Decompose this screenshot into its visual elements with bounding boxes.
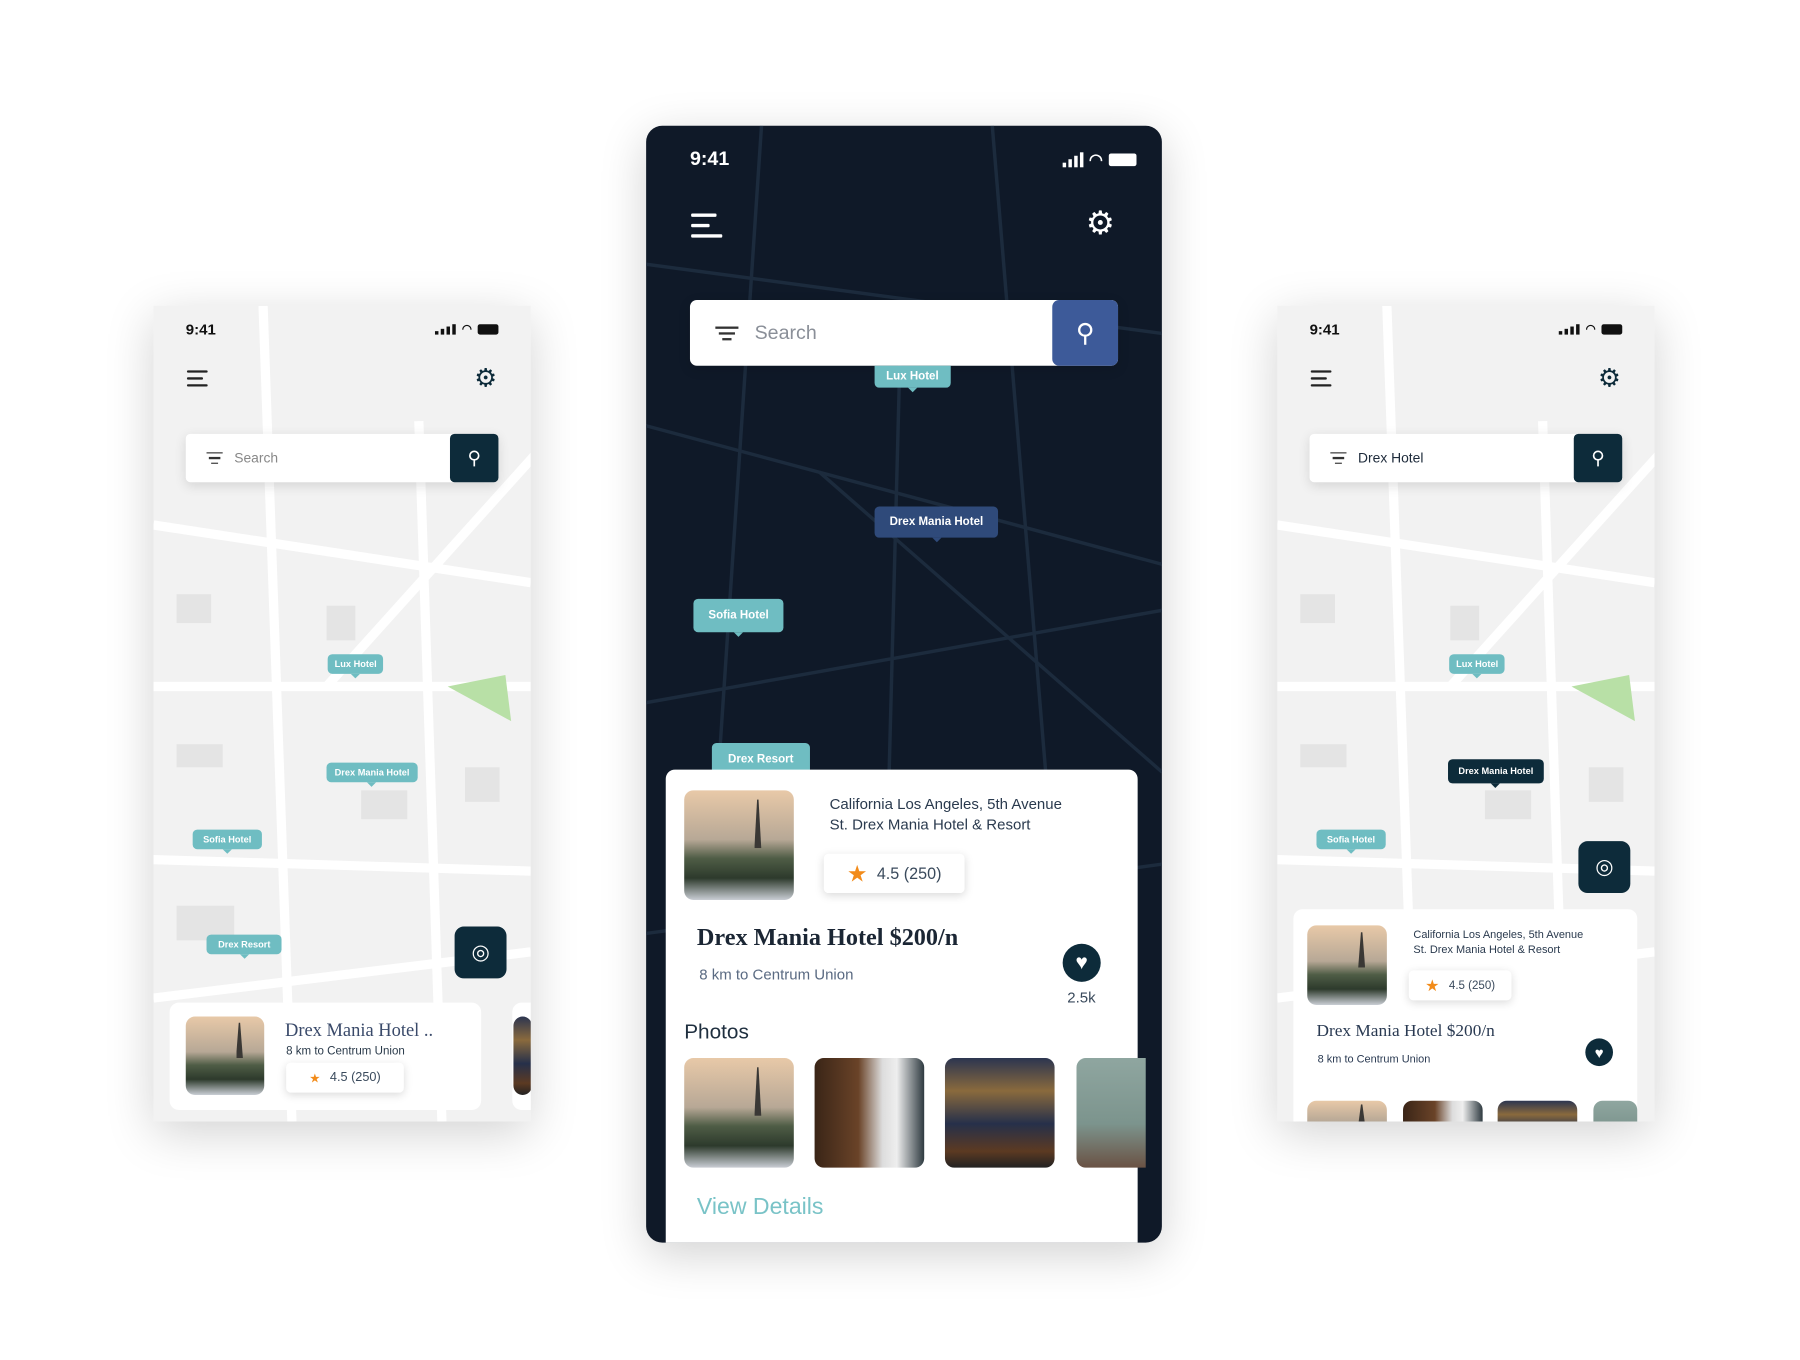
hotel-detail-card: California Los Angeles, 5th Avenue St. Dr… [1293,909,1638,1122]
gallery-photo[interactable] [1593,1100,1638,1122]
gear-icon[interactable]: ⚙ [1598,365,1621,391]
gear-icon[interactable]: ⚙ [474,365,497,391]
search-icon: ⚲ [1591,448,1605,469]
gallery-photo[interactable] [944,1058,1055,1168]
photos-label: Photos [684,1019,749,1044]
map-marker[interactable]: Drex Resort [206,934,282,959]
locate-icon: ◎ [1595,854,1614,879]
status-time: 9:41 [1309,320,1340,338]
rating-badge: ★ 4.5 (250) [823,853,965,894]
hotel-title: Drex Mania Hotel $200/n [1316,1022,1495,1041]
menu-icon[interactable] [1310,370,1332,387]
heart-icon: ♥ [1594,1043,1604,1061]
locate-icon: ◎ [471,940,490,964]
search-input[interactable]: Drex Hotel [1358,450,1423,466]
map-marker[interactable]: Sofia Hotel [192,829,262,854]
rating-value: 4.5 (250) [329,1070,381,1085]
right-phone: 9:41 ◠ ⚙ Drex Hotel ⚲ Lux Hotel Drex Man… [1277,305,1655,1122]
rating-badge: ★ 4.5 (250) [286,1062,404,1093]
battery-icon [1601,323,1623,335]
likes-count: 2.5k [1067,988,1096,1007]
hotel-detail-card: California Los Angeles, 5th Avenue St. Dr… [665,769,1146,1243]
wifi-icon: ◠ [1585,322,1596,336]
gallery-photo[interactable] [814,1058,925,1168]
map-marker[interactable]: Sofia Hotel [1316,829,1386,854]
rating-value: 4.5 (250) [876,864,942,883]
hotel-title: Drex Mania Hotel .. [284,1021,434,1041]
hotel-photo [684,790,794,900]
map-marker[interactable]: Lux Hotel [327,654,384,679]
status-bar: 9:41 ◠ [1277,306,1654,352]
gallery-photo[interactable] [1403,1100,1483,1122]
star-icon: ★ [309,1071,321,1086]
battery-icon [1108,152,1137,166]
search-button[interactable]: ⚲ [1052,299,1119,366]
search-icon: ⚲ [467,448,481,469]
hotel-distance: 8 km to Centrum Union [1317,1053,1431,1067]
star-icon: ★ [1425,975,1440,994]
menu-icon[interactable] [691,213,723,238]
menu-icon[interactable] [186,370,208,387]
hotel-address: California Los Angeles, 5th Avenue St. Dr… [1413,928,1583,958]
hotel-title: Drex Mania Hotel $200/n [696,923,959,951]
search-icon: ⚲ [1075,317,1095,347]
favorite-button[interactable]: ♥ [1585,1038,1614,1067]
gallery-photo[interactable] [1076,1058,1146,1168]
rating-badge: ★ 4.5 (250) [1408,970,1512,1001]
signal-icon [1559,323,1580,335]
signal-icon [1062,151,1084,167]
left-phone: 9:41 ◠ ⚙ Search ⚲ Lux Hotel Drex Mania H… [153,305,531,1122]
rating-value: 4.5 (250) [1448,978,1496,992]
gear-icon[interactable]: ⚙ [1086,207,1115,240]
hotel-card[interactable]: Drex Mania Hotel .. 8 km to Centrum Unio… [169,1002,482,1110]
locate-button[interactable]: ◎ [1578,841,1631,894]
battery-icon [477,323,499,335]
gallery-photo[interactable] [684,1058,794,1168]
address-line: California Los Angeles, 5th Avenue [1413,928,1584,942]
map-marker[interactable]: Drex Mania Hotel [1448,759,1544,789]
status-bar: 9:41 ◠ [153,306,530,352]
locate-button[interactable]: ◎ [454,926,507,979]
status-bar: 9:41 ◠ [646,126,1162,193]
hotel-card-next[interactable] [512,1002,531,1110]
map-light[interactable] [153,305,531,1122]
hotel-photo [185,1016,265,1095]
map-marker[interactable]: Drex Mania Hotel [326,762,418,787]
filter-icon[interactable] [715,325,739,340]
gallery-photo[interactable] [1307,1100,1387,1122]
search-button[interactable]: ⚲ [1573,433,1623,483]
search-input[interactable]: Search [234,450,278,466]
heart-icon: ♥ [1075,950,1088,974]
hotel-photo [1307,925,1387,1005]
view-details-link[interactable]: View Details [697,1194,824,1221]
wifi-icon: ◠ [461,322,472,336]
map-marker[interactable]: Drex Mania Hotel [874,506,999,543]
center-phone: 9:41 ◠ ⚙ Search ⚲ Lux Hotel Drex Mania H… [646,125,1162,1243]
status-time: 9:41 [185,320,216,338]
filter-icon[interactable] [206,452,223,465]
filter-icon[interactable] [1330,452,1347,465]
gallery-photo[interactable] [1497,1100,1578,1122]
search-bar[interactable]: Search ⚲ [185,433,499,483]
favorite-button[interactable]: ♥ [1062,943,1101,982]
address-line: California Los Angeles, 5th Avenue [829,794,1062,813]
map-marker[interactable]: Lux Hotel [874,365,951,393]
search-button[interactable]: ⚲ [449,433,499,483]
address-line: St. Drex Mania Hotel & Resort [829,815,1031,834]
hotel-distance: 8 km to Centrum Union [286,1045,405,1059]
search-bar[interactable]: Search ⚲ [689,299,1119,366]
hotel-distance: 8 km to Centrum Union [699,965,854,984]
star-icon: ★ [846,861,868,887]
hotel-address: California Los Angeles, 5th Avenue St. Dr… [830,794,1062,836]
wifi-icon: ◠ [1088,149,1104,168]
status-time: 9:41 [689,147,730,170]
search-bar[interactable]: Drex Hotel ⚲ [1309,433,1623,483]
signal-icon [435,323,457,335]
address-line: St. Drex Mania Hotel & Resort [1413,943,1561,957]
map-marker[interactable]: Sofia Hotel [693,598,784,637]
search-input[interactable]: Search [755,321,817,344]
map-marker[interactable]: Lux Hotel [1449,654,1506,679]
